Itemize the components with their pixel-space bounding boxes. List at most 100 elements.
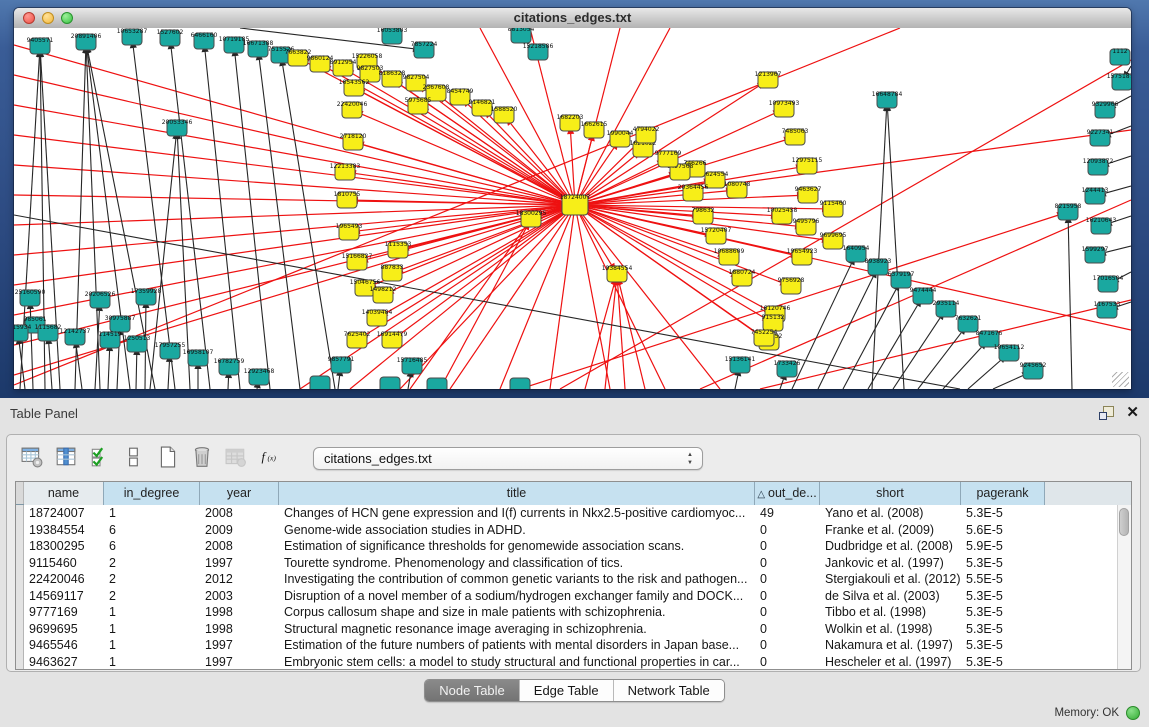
graph-node[interactable] <box>1058 204 1078 220</box>
new-column-button[interactable] <box>155 444 183 470</box>
graph-node[interactable] <box>796 219 816 235</box>
table-row[interactable]: 2242004622012Investigating the contribut… <box>16 571 1131 588</box>
graph-node[interactable] <box>510 378 530 389</box>
table-row[interactable]: 1456911722003Disruption of a novel membe… <box>16 588 1131 605</box>
column-header-in_degree[interactable]: in_degree <box>104 482 200 505</box>
graph-node[interactable] <box>494 107 514 123</box>
graph-node[interactable] <box>758 72 778 88</box>
table-scrollbar-thumb[interactable] <box>1119 508 1129 536</box>
graph-node[interactable] <box>402 358 422 374</box>
graph-node[interactable] <box>382 28 402 44</box>
graph-node[interactable] <box>727 182 747 198</box>
float-panel-icon[interactable] <box>1099 406 1114 420</box>
graph-node[interactable] <box>160 30 180 46</box>
graph-node[interactable] <box>65 329 85 345</box>
graph-node[interactable] <box>347 254 367 270</box>
graph-node[interactable] <box>1098 276 1118 292</box>
graph-node[interactable] <box>331 357 351 373</box>
graph-node[interactable] <box>797 158 817 174</box>
graph-node[interactable] <box>610 131 630 147</box>
graph-node[interactable] <box>730 357 750 373</box>
graph-node[interactable] <box>823 233 843 249</box>
graph-node[interactable] <box>160 343 180 359</box>
graph-node[interactable] <box>705 172 725 188</box>
graph-node[interactable] <box>14 325 28 341</box>
graph-node[interactable] <box>426 85 446 101</box>
graph-node[interactable] <box>382 71 402 87</box>
graph-node[interactable] <box>1097 302 1117 318</box>
graph-node[interactable] <box>584 122 604 138</box>
graph-node[interactable] <box>913 288 933 304</box>
graph-node[interactable] <box>1095 102 1115 118</box>
graph-node[interactable] <box>823 201 843 217</box>
network-canvas[interactable]: 9405571208914061065328715276026466160107… <box>14 28 1131 389</box>
tab-edge-table[interactable]: Edge Table <box>520 680 614 701</box>
graph-node[interactable] <box>636 127 656 143</box>
table-row[interactable]: 969969511998Structural magnetic resonanc… <box>16 621 1131 638</box>
graph-node[interactable] <box>194 33 214 49</box>
function-builder-button[interactable]: f(x) <box>257 444 291 470</box>
graph-node[interactable] <box>763 315 783 331</box>
graph-node[interactable] <box>167 120 187 136</box>
graph-node[interactable] <box>90 292 110 308</box>
graph-node[interactable] <box>999 345 1019 361</box>
graph-node[interactable] <box>335 164 355 180</box>
graph-node[interactable] <box>450 89 470 105</box>
graph-node[interactable] <box>936 301 956 317</box>
table-row[interactable]: 977716911998Corpus callosum shape and si… <box>16 604 1131 621</box>
graph-node[interactable] <box>188 350 208 366</box>
graph-node[interactable] <box>382 265 402 281</box>
graph-node[interactable] <box>521 211 541 227</box>
column-visibility-button[interactable] <box>53 444 81 470</box>
graph-node[interactable] <box>76 34 96 50</box>
graph-node[interactable] <box>373 287 393 303</box>
graph-node[interactable] <box>382 332 402 348</box>
table-row[interactable]: 911546021997Tourette syndrome. Phenomeno… <box>16 555 1131 572</box>
select-rows-button[interactable] <box>87 444 115 470</box>
graph-node[interactable] <box>20 290 40 306</box>
graph-node[interactable] <box>868 259 888 275</box>
graph-node[interactable] <box>1112 74 1131 90</box>
graph-node[interactable] <box>528 44 548 60</box>
graph-node[interactable] <box>958 316 978 332</box>
table-row[interactable]: 1872400712008Changes of HCN gene express… <box>16 505 1131 522</box>
network-window-titlebar[interactable]: citations_edges.txt <box>14 8 1131 29</box>
tab-node-table[interactable]: Node Table <box>425 680 520 701</box>
close-panel-icon[interactable]: ✕ <box>1126 406 1139 420</box>
graph-node[interactable] <box>136 289 156 305</box>
delete-column-button[interactable] <box>189 444 217 470</box>
graph-node[interactable] <box>732 270 752 286</box>
close-window-icon[interactable] <box>23 12 35 24</box>
table-row[interactable]: 1830029562008Estimation of significance … <box>16 538 1131 555</box>
graph-node[interactable] <box>1023 363 1043 379</box>
graph-node[interactable] <box>658 151 678 167</box>
graph-node[interactable] <box>339 224 359 240</box>
graph-node[interactable] <box>337 192 357 208</box>
graph-node[interactable] <box>693 208 713 224</box>
graph-node[interactable] <box>1088 159 1108 175</box>
graph-node[interactable] <box>777 361 797 377</box>
graph-node[interactable] <box>1085 247 1105 263</box>
graph-node[interactable] <box>792 249 812 265</box>
graph-node[interactable] <box>110 316 130 332</box>
graph-node[interactable] <box>798 187 818 203</box>
graph-node[interactable] <box>310 376 330 389</box>
memory-status-icon[interactable] <box>1126 706 1140 720</box>
graph-node[interactable] <box>380 377 400 389</box>
minimize-window-icon[interactable] <box>42 12 54 24</box>
graph-node[interactable] <box>406 75 426 91</box>
graph-node[interactable] <box>891 272 911 288</box>
tab-network-table[interactable]: Network Table <box>614 680 724 701</box>
table-scrollbar[interactable] <box>1117 505 1131 669</box>
graph-node[interactable] <box>333 60 353 76</box>
graph-node[interactable] <box>249 369 269 385</box>
graph-node[interactable] <box>719 249 739 265</box>
graph-node[interactable] <box>877 92 897 108</box>
graph-node[interactable] <box>683 185 703 201</box>
column-header-pagerank[interactable]: pagerank <box>961 482 1045 505</box>
graph-node[interactable] <box>846 246 866 262</box>
graph-node[interactable] <box>562 195 588 215</box>
graph-node[interactable] <box>388 242 408 258</box>
column-header-name[interactable]: name <box>24 482 104 505</box>
table-row[interactable]: 946554611997Estimation of the future num… <box>16 637 1131 654</box>
